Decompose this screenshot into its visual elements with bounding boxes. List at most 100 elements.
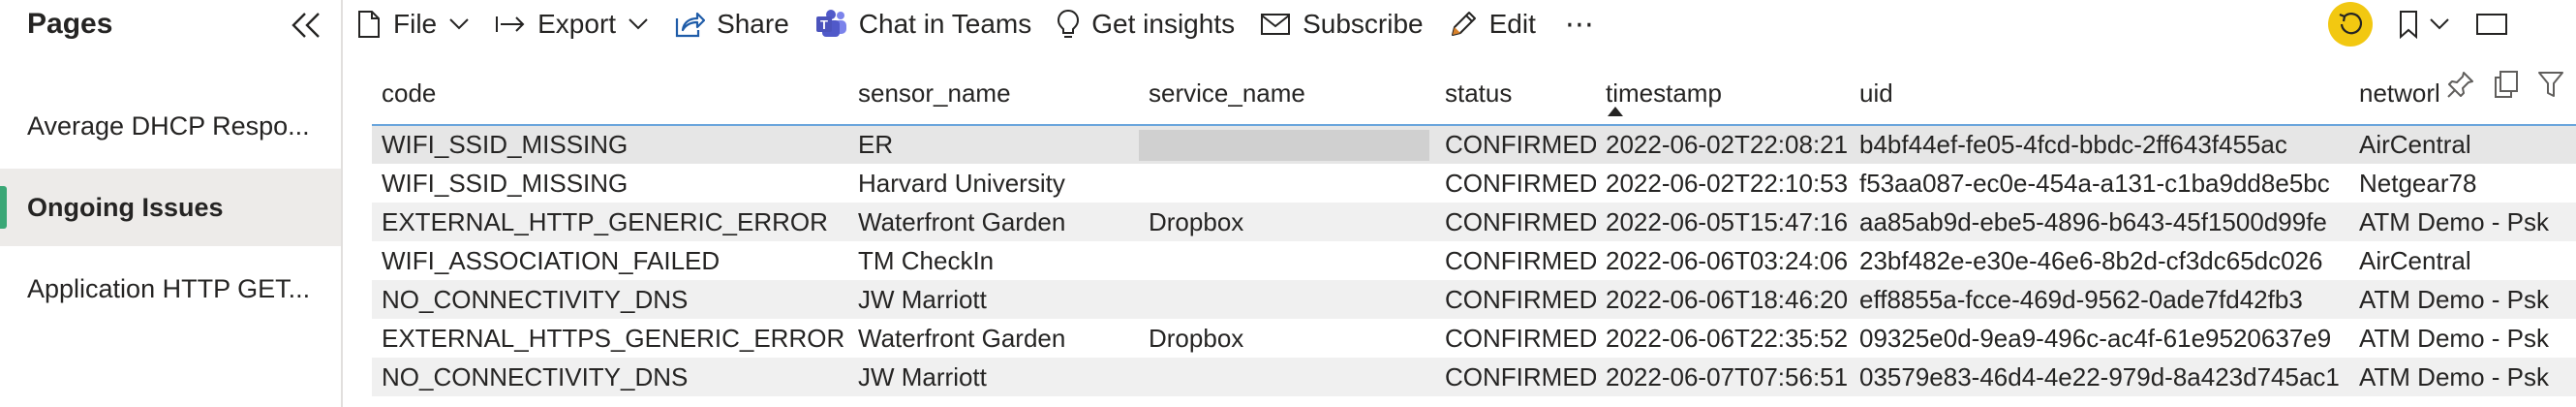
teams-icon: T [815, 10, 846, 37]
table-row[interactable]: WIFI_ASSOCIATION_FAILED TM CheckIn CONFIRM… [372, 241, 2576, 280]
view-menu-button[interactable] [2475, 12, 2508, 37]
cell-network: ATM Demo - Psk [2349, 203, 2576, 241]
file-label: File [393, 9, 438, 39]
share-label: Share [717, 9, 789, 39]
page-item-label: Average DHCP Respo... [27, 110, 310, 141]
cell-timestamp: 2022-06-06T22:35:52 [1596, 319, 1850, 358]
cell-timestamp: 2022-06-07T07:56:51 [1596, 358, 1850, 396]
cell-status: CONFIRMED [1435, 280, 1596, 319]
chevron-down-icon [2430, 18, 2449, 30]
page-item-label: Ongoing Issues [27, 192, 224, 222]
view-icon [2476, 14, 2507, 35]
column-header-service-name[interactable]: service_name [1139, 62, 1435, 126]
reset-button[interactable] [2328, 2, 2373, 47]
cell-code: WIFI_ASSOCIATION_FAILED [372, 241, 848, 280]
table-row[interactable]: EXTERNAL_HTTP_GENERIC_ERROR Waterfront Ga… [372, 203, 2576, 241]
cell-sensor-name: TM CheckIn [848, 241, 1139, 280]
cell-sensor-name: Harvard University [848, 164, 1139, 203]
page-item-label: Application HTTP GET... [27, 273, 311, 303]
cell-status: CONFIRMED [1435, 164, 1596, 203]
page-item-average-dhcp[interactable]: Average DHCP Respo... [0, 87, 341, 165]
data-table: code sensor_name service_name status tim… [372, 62, 2576, 396]
cell-service-name [1139, 125, 1435, 164]
table-body: WIFI_SSID_MISSING ER CONFIRMED 2022-06-02T2… [372, 125, 2576, 396]
cell-uid: f53aa087-ec0e-454a-a131-c1ba9dd8e5bc [1850, 164, 2349, 203]
chat-in-teams-button[interactable]: T Chat in Teams [803, 0, 1045, 48]
cell-network: AirCentral [2349, 125, 2576, 164]
collapse-pane-button[interactable] [287, 8, 325, 43]
column-header-status[interactable]: status [1435, 62, 1596, 126]
empty-cell-highlight [1139, 130, 1429, 161]
cell-timestamp: 2022-06-05T15:47:16 [1596, 203, 1850, 241]
cell-code: NO_CONNECTIVITY_DNS [372, 358, 848, 396]
pin-icon[interactable] [2446, 70, 2475, 99]
table-row[interactable]: WIFI_SSID_MISSING Harvard University CONFI… [372, 164, 2576, 203]
edit-button[interactable]: Edit [1437, 0, 1549, 48]
cell-uid: b4bf44ef-fe05-4fcd-bbdc-2ff643f455ac [1850, 125, 2349, 164]
copy-icon[interactable] [2493, 70, 2520, 99]
cell-code: WIFI_SSID_MISSING [372, 164, 848, 203]
export-menu-button[interactable]: Export [483, 0, 662, 48]
cell-network: ATM Demo - Psk [2349, 358, 2576, 396]
cell-status: CONFIRMED [1435, 125, 1596, 164]
column-header-sensor-name[interactable]: sensor_name [848, 62, 1139, 126]
subscribe-label: Subscribe [1303, 9, 1424, 39]
page-item-ongoing-issues[interactable]: Ongoing Issues [0, 169, 341, 246]
cell-timestamp: 2022-06-06T18:46:20 [1596, 280, 1850, 319]
double-chevron-left-icon [291, 13, 320, 38]
column-header-timestamp[interactable]: timestamp [1596, 62, 1850, 126]
report-toolbar: File Export Share T Chat in Teams Get in… [345, 0, 2576, 48]
cell-network: AirCentral [2349, 241, 2576, 280]
subscribe-button[interactable]: Subscribe [1248, 0, 1437, 48]
cell-code: NO_CONNECTIVITY_DNS [372, 280, 848, 319]
cell-uid: eff8855a-fcce-469d-9562-0ade7fd42fb3 [1850, 280, 2349, 319]
table-row[interactable]: NO_CONNECTIVITY_DNS JW Marriott CONFIRMED 2… [372, 358, 2576, 396]
svg-text:T: T [820, 17, 828, 32]
cell-code: EXTERNAL_HTTPS_GENERIC_ERROR [372, 319, 848, 358]
column-header-label: timestamp [1606, 78, 1722, 108]
cell-service-name [1139, 164, 1435, 203]
cell-code: WIFI_SSID_MISSING [372, 125, 848, 164]
cell-service-name [1139, 241, 1435, 280]
edit-label: Edit [1488, 9, 1536, 39]
export-label: Export [537, 9, 617, 39]
cell-timestamp: 2022-06-02T22:08:21 [1596, 125, 1850, 164]
cell-status: CONFIRMED [1435, 319, 1596, 358]
visual-header-actions [2438, 66, 2572, 103]
table-row[interactable]: WIFI_SSID_MISSING ER CONFIRMED 2022-06-02T2… [372, 125, 2576, 164]
pencil-icon [1451, 12, 1476, 36]
share-icon [675, 12, 706, 38]
column-header-uid[interactable]: uid [1850, 62, 2349, 126]
cell-network: Netgear78 [2349, 164, 2576, 203]
bookmark-icon [2400, 11, 2417, 39]
page-item-application-http-get[interactable]: Application HTTP GET... [0, 250, 341, 328]
table-row[interactable]: EXTERNAL_HTTPS_GENERIC_ERROR Waterfront G… [372, 319, 2576, 358]
cell-uid: 23bf482e-e30e-46e6-8b2d-cf3dc65dc026 [1850, 241, 2349, 280]
file-icon [358, 11, 380, 38]
cell-service-name [1139, 280, 1435, 319]
pages-title: Pages [27, 8, 113, 40]
pages-pane: Pages Average DHCP Respo... Ongoing Issu… [0, 0, 343, 407]
share-button[interactable]: Share [662, 0, 803, 48]
cell-timestamp: 2022-06-02T22:10:53 [1596, 164, 1850, 203]
cell-sensor-name: ER [848, 125, 1139, 164]
more-options-button[interactable]: ⋯ [1549, 0, 1611, 48]
reset-icon [2339, 13, 2363, 35]
table-header-row: code sensor_name service_name status tim… [372, 62, 2576, 126]
cell-code: EXTERNAL_HTTP_GENERIC_ERROR [372, 203, 848, 241]
filter-icon[interactable] [2537, 70, 2564, 99]
cell-status: CONFIRMED [1435, 203, 1596, 241]
chevron-down-icon [449, 18, 469, 30]
table-row[interactable]: NO_CONNECTIVITY_DNS JW Marriott CONFIRMED 2… [372, 280, 2576, 319]
get-insights-button[interactable]: Get insights [1045, 0, 1248, 48]
get-insights-label: Get insights [1091, 9, 1236, 39]
cell-network: ATM Demo - Psk [2349, 280, 2576, 319]
cell-service-name: Dropbox [1139, 203, 1435, 241]
bookmark-menu-button[interactable] [2398, 10, 2450, 39]
cell-status: CONFIRMED [1435, 241, 1596, 280]
cell-timestamp: 2022-06-06T03:24:06 [1596, 241, 1850, 280]
export-icon [496, 16, 525, 32]
file-menu-button[interactable]: File [345, 0, 483, 48]
cell-service-name [1139, 358, 1435, 396]
column-header-code[interactable]: code [372, 62, 848, 126]
